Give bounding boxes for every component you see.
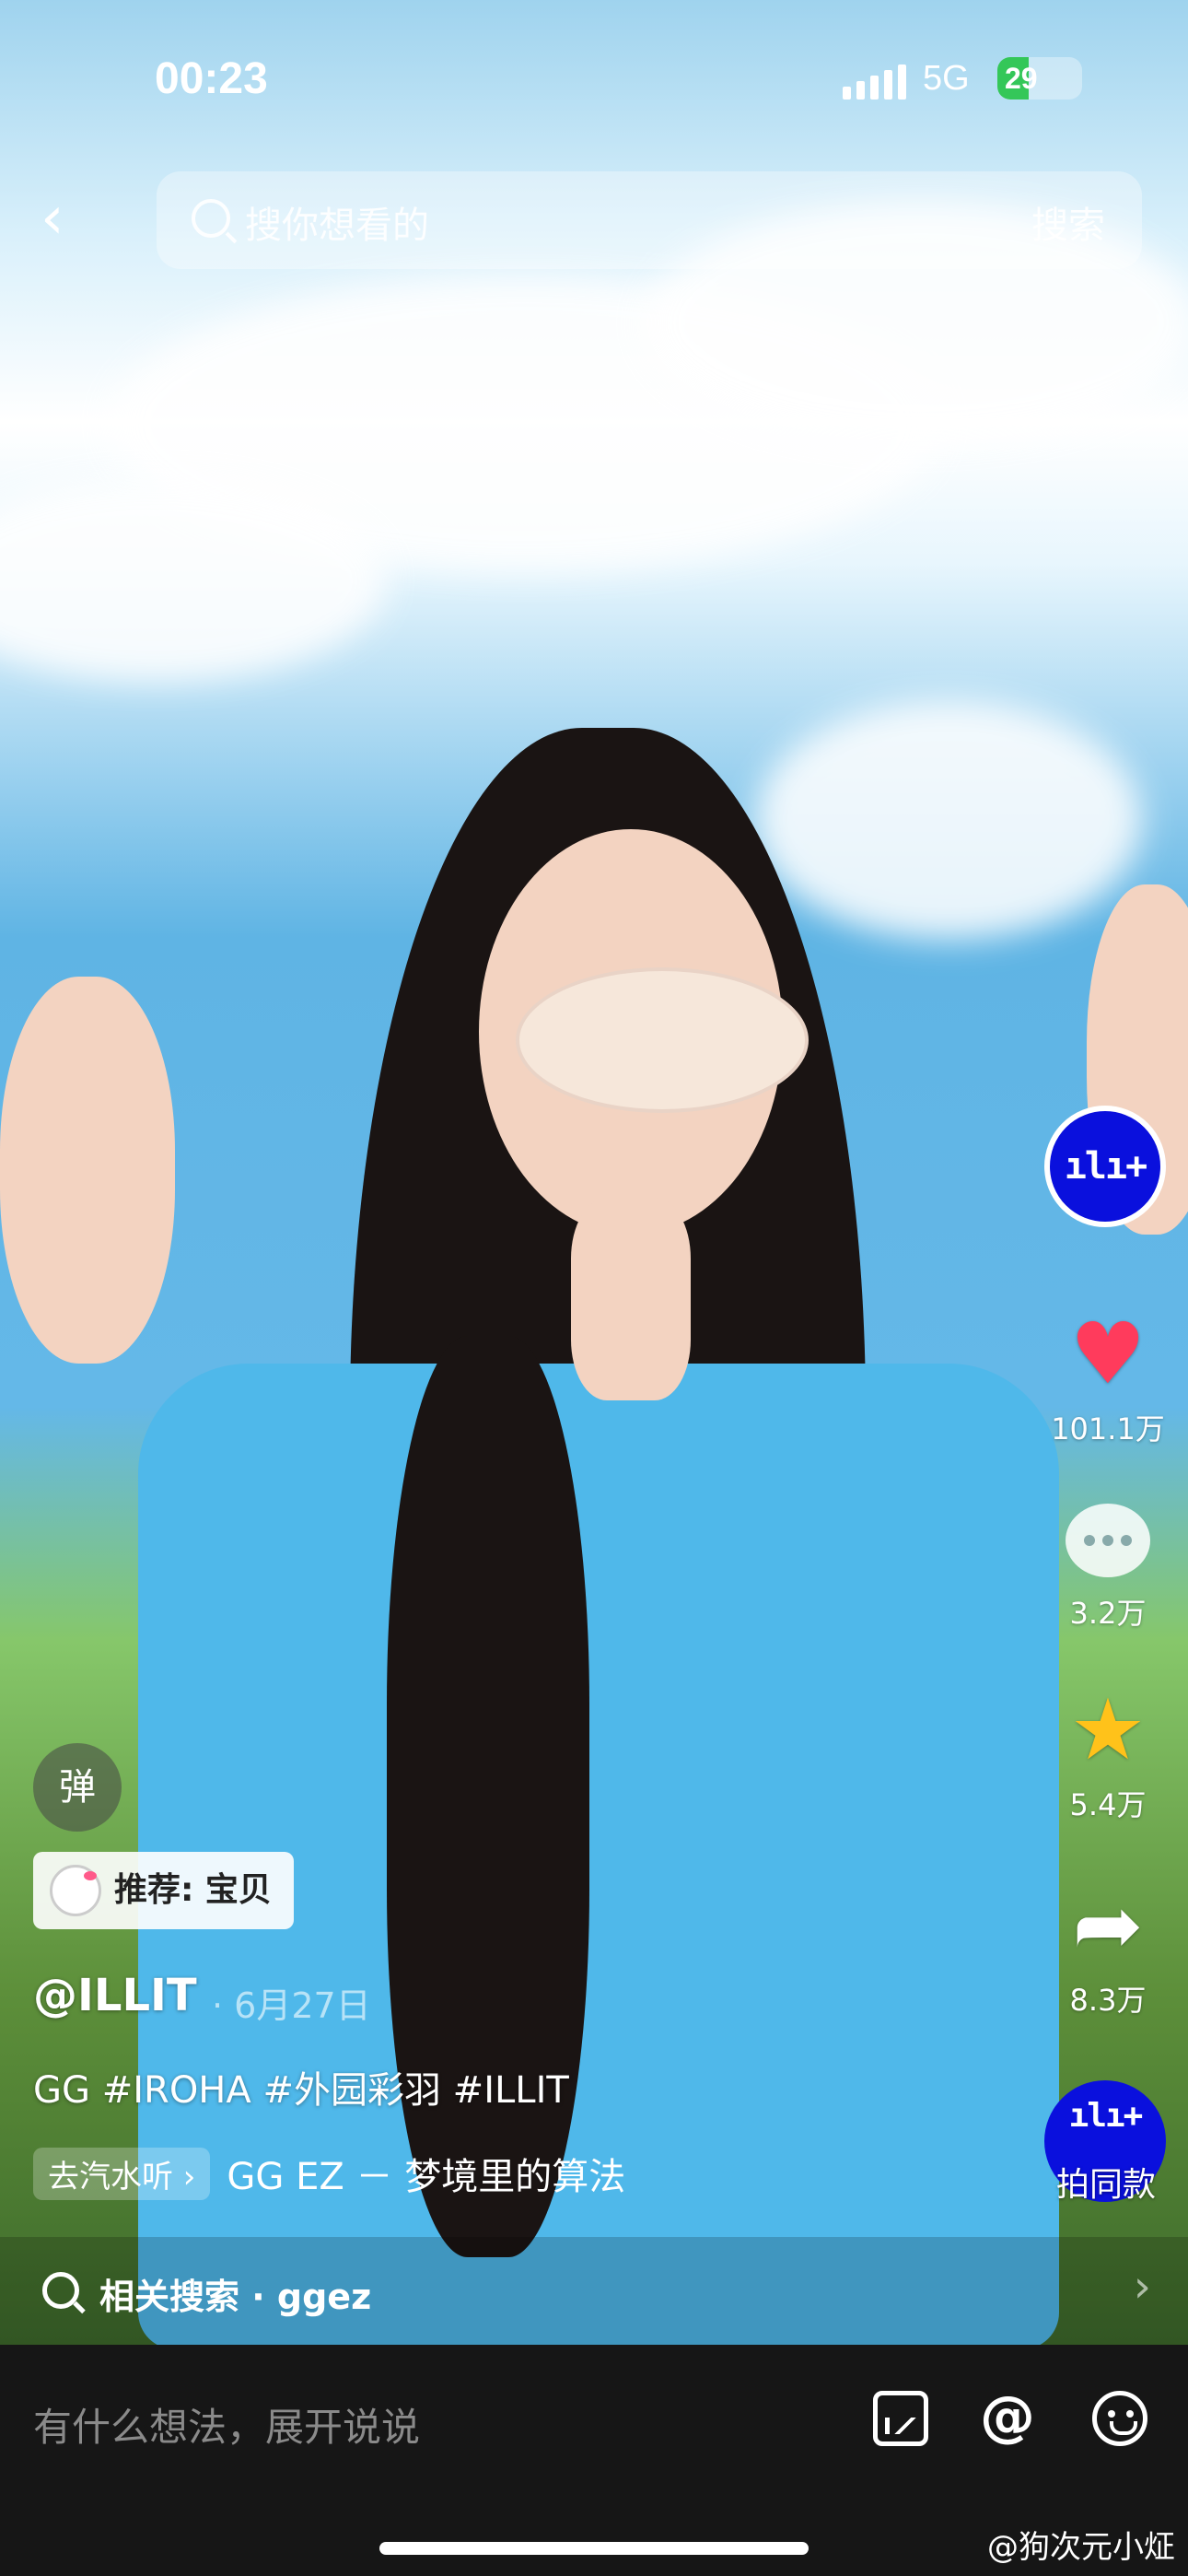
post-date: · 6月27日 bbox=[212, 1985, 371, 2026]
same-style-button[interactable]: ılı+ 拍同款 bbox=[1044, 2080, 1166, 2204]
search-input[interactable]: 搜你想看的 搜索 bbox=[157, 171, 1142, 269]
related-search-label: 相关搜索 · ggez bbox=[99, 2277, 372, 2317]
music-app-link[interactable]: 去汽水听 › bbox=[33, 2147, 211, 2200]
network-type: 5G bbox=[923, 59, 970, 98]
music-row[interactable]: 去汽水听 › GG EZ － 梦境里的算法 bbox=[33, 2143, 625, 2204]
signal-icon bbox=[843, 64, 906, 100]
share-button[interactable]: ➦ 8.3万 bbox=[1041, 1879, 1175, 2020]
search-icon bbox=[42, 2272, 79, 2309]
recommend-tag-label: 推荐: 宝贝 bbox=[114, 1871, 272, 1909]
same-style-logo: ılı+ bbox=[1068, 2097, 1144, 2135]
image-icon[interactable] bbox=[873, 2391, 928, 2446]
battery-level: 29 bbox=[1005, 62, 1038, 95]
author-name[interactable]: @ILLIT bbox=[33, 1970, 197, 2021]
heart-icon: ♥ bbox=[1069, 1305, 1147, 1403]
chevron-right-icon: › bbox=[1133, 2261, 1151, 2313]
hello-kitty-icon bbox=[50, 1865, 101, 1916]
related-search-bar[interactable]: 相关搜索 · ggez › bbox=[0, 2237, 1188, 2346]
recommend-tag[interactable]: 推荐: 宝贝 bbox=[33, 1852, 294, 1929]
status-time: 00:23 bbox=[155, 54, 268, 103]
creator-avatar[interactable]: ılı+ bbox=[1044, 1106, 1166, 1227]
share-icon: ➦ bbox=[1072, 1876, 1144, 1974]
emoji-icon[interactable] bbox=[1092, 2391, 1147, 2446]
search-icon bbox=[192, 199, 230, 238]
like-count: 101.1万 bbox=[1051, 1411, 1165, 1446]
favorite-count: 5.4万 bbox=[1069, 1787, 1147, 1822]
person-neck bbox=[571, 1198, 691, 1400]
at-icon[interactable]: @ bbox=[980, 2389, 1035, 2446]
watermark: @狗次元小炡 bbox=[987, 2529, 1175, 2566]
music-title: GG EZ － 梦境里的算法 bbox=[227, 2156, 626, 2198]
comment-button[interactable]: 3.2万 bbox=[1041, 1504, 1175, 1633]
search-button[interactable]: 搜索 bbox=[1031, 195, 1105, 249]
danmu-button[interactable]: 弹 bbox=[33, 1743, 122, 1832]
comment-input[interactable]: 有什么想法，展开说说 bbox=[33, 2396, 420, 2453]
person-hair bbox=[387, 1336, 589, 2257]
search-placeholder: 搜你想看的 bbox=[245, 205, 429, 247]
post-caption[interactable]: GG #IROHA #外园彩羽 #ILLIT bbox=[33, 2060, 569, 2113]
eye-patch bbox=[516, 967, 809, 1113]
home-indicator[interactable] bbox=[379, 2542, 809, 2555]
battery-icon: 29 bbox=[997, 57, 1082, 100]
favorite-button[interactable]: ★ 5.4万 bbox=[1041, 1684, 1175, 1824]
like-button[interactable]: ♥ 101.1万 bbox=[1041, 1308, 1175, 1448]
back-icon[interactable]: ‹ bbox=[41, 184, 88, 258]
person-hand-left bbox=[0, 977, 175, 1364]
same-style-label: 拍同款 bbox=[1055, 2166, 1156, 2204]
comment-bar: 有什么想法，展开说说 @ @狗次元小炡 bbox=[0, 2345, 1188, 2576]
cloud bbox=[755, 700, 1142, 940]
share-count: 8.3万 bbox=[1069, 1983, 1147, 2018]
status-bar: 00:23 5G 29 bbox=[0, 48, 1188, 122]
comment-count: 3.2万 bbox=[1069, 1596, 1147, 1631]
comment-icon bbox=[1066, 1504, 1150, 1577]
star-icon: ★ bbox=[1069, 1680, 1147, 1779]
